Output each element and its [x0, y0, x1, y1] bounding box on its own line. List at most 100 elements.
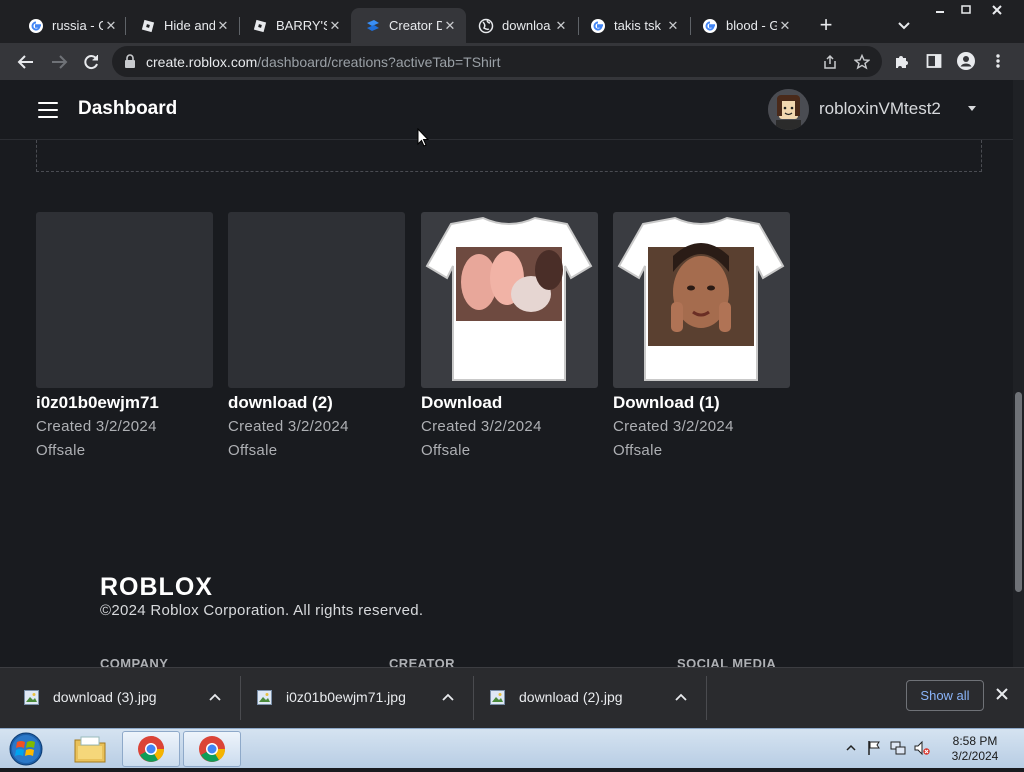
download-item[interactable]: download (2).jpg	[466, 676, 698, 720]
reload-icon[interactable]	[80, 51, 102, 73]
clock-time: 8:58 PM	[952, 734, 998, 748]
tab-russia[interactable]: russia - G ✕	[14, 8, 127, 43]
show-all-downloads-button[interactable]: Show all	[906, 680, 984, 711]
scrollbar-thumb[interactable]	[1015, 392, 1022, 592]
taskbar-clock[interactable]: 8:58 PM 3/2/2024	[940, 734, 1010, 764]
tab-creator-dashboard[interactable]: Creator D ✕	[351, 8, 466, 43]
creation-date: Created 3/2/2024	[228, 418, 349, 435]
url-host: create.roblox.com	[146, 54, 258, 70]
creation-date: Created 3/2/2024	[36, 418, 157, 435]
tab-title: takis tsk	[614, 18, 661, 33]
roblox-studio-icon	[365, 18, 381, 34]
url-text: create.roblox.com/dashboard/creations?ac…	[146, 54, 500, 70]
windows-taskbar: 8:58 PM 3/2/2024	[0, 728, 1024, 768]
tab-download[interactable]: downloa ✕	[464, 8, 577, 43]
page-scrollbar[interactable]	[1013, 80, 1024, 667]
action-center-flag-icon[interactable]	[866, 739, 882, 757]
creation-name[interactable]: Download (1)	[613, 393, 790, 413]
chevron-up-icon[interactable]	[441, 690, 455, 704]
creation-thumbnail-placeholder[interactable]	[36, 212, 213, 388]
chrome-menu-icon[interactable]	[988, 51, 1008, 71]
bookmark-star-icon[interactable]	[852, 52, 872, 72]
dashboard-header: Dashboard robloxinVMtest2	[0, 80, 1013, 140]
hamburger-menu-icon[interactable]	[38, 102, 58, 118]
roblox-icon	[140, 18, 156, 34]
profile-icon[interactable]	[956, 51, 976, 71]
tab-close-icon[interactable]: ✕	[103, 18, 119, 34]
share-icon[interactable]	[820, 52, 840, 72]
chrome-taskbar-icon[interactable]	[122, 731, 180, 767]
creation-card[interactable]: i0z01b0ewjm71 Created 3/2/2024 Offsale	[36, 212, 213, 459]
tab-blood[interactable]: blood - G ✕	[688, 8, 801, 43]
download-separator	[706, 676, 707, 720]
tab-title: BARRY'S	[276, 18, 327, 33]
tab-takis[interactable]: takis tsk ✕	[576, 8, 689, 43]
download-item[interactable]: download (3).jpg	[0, 676, 232, 720]
file-explorer-taskbar-icon[interactable]	[61, 731, 119, 767]
window-close-icon[interactable]	[980, 0, 1013, 20]
page-title: Dashboard	[78, 98, 178, 119]
tray-expand-arrow-icon[interactable]	[843, 739, 859, 757]
tab-close-icon[interactable]: ✕	[327, 18, 343, 34]
forward-arrow-icon[interactable]	[48, 51, 70, 73]
creation-thumbnail-placeholder[interactable]	[228, 212, 405, 388]
minimize-icon[interactable]	[925, 0, 954, 20]
side-panel-icon[interactable]	[924, 51, 944, 71]
tab-search-chevron-icon[interactable]	[894, 16, 914, 36]
image-file-icon	[24, 690, 39, 705]
maximize-icon[interactable]	[951, 0, 980, 20]
upload-dropzone	[36, 140, 982, 172]
creation-date: Created 3/2/2024	[613, 418, 734, 435]
caret-down-icon[interactable]	[968, 106, 976, 111]
tab-title: downloa	[502, 18, 551, 33]
extensions-puzzle-icon[interactable]	[892, 51, 912, 71]
creation-card[interactable]: download (2) Created 3/2/2024 Offsale	[228, 212, 405, 459]
lock-icon[interactable]	[124, 54, 136, 73]
creation-date: Created 3/2/2024	[421, 418, 542, 435]
avatar[interactable]	[768, 89, 809, 130]
tshirt-thumbnail[interactable]	[421, 212, 598, 388]
footer-heading-creator: CREATOR	[389, 656, 455, 667]
mouse-cursor-icon	[417, 127, 430, 152]
globe-icon	[478, 18, 494, 34]
address-bar[interactable]: create.roblox.com/dashboard/creations?ac…	[112, 46, 882, 77]
tab-title: Creator D	[389, 18, 442, 33]
url-path: /dashboard/creations?activeTab=TShirt	[257, 54, 501, 70]
tab-strip: russia - G ✕ Hide and ✕ BARRY'S ✕ Creato…	[0, 0, 1024, 43]
tab-close-icon[interactable]: ✕	[442, 18, 458, 34]
creation-status: Offsale	[421, 442, 471, 459]
creation-name[interactable]: download (2)	[228, 393, 405, 413]
footer-heading-social-media: SOCIAL MEDIA	[677, 656, 777, 667]
google-icon	[590, 18, 606, 34]
download-filename: download (3).jpg	[53, 689, 157, 705]
creation-card[interactable]: Download Created 3/2/2024 Offsale	[421, 212, 598, 459]
new-tab-plus-icon[interactable]: +	[814, 14, 838, 38]
tab-barrys[interactable]: BARRY'S ✕	[238, 8, 351, 43]
roblox-icon	[252, 18, 268, 34]
google-icon	[702, 18, 718, 34]
close-shelf-icon[interactable]	[994, 686, 1010, 702]
chevron-up-icon[interactable]	[208, 690, 222, 704]
tab-close-icon[interactable]: ✕	[665, 18, 681, 34]
footer-heading-company: COMPANY	[100, 656, 169, 667]
footer-copyright: ©2024 Roblox Corporation. All rights res…	[100, 602, 424, 619]
roblox-logo[interactable]: ROBLOX	[100, 573, 213, 602]
download-item[interactable]: i0z01b0ewjm71.jpg	[233, 676, 465, 720]
chevron-up-icon[interactable]	[674, 690, 688, 704]
creator-dashboard-page: Dashboard robloxinVMtest2 i0z01b0ewjm71 …	[0, 80, 1013, 667]
tab-close-icon[interactable]: ✕	[777, 18, 793, 34]
tab-hide-and[interactable]: Hide and ✕	[126, 8, 239, 43]
network-icon[interactable]	[890, 739, 906, 757]
windows-start-orb-icon[interactable]	[6, 731, 46, 767]
username[interactable]: robloxinVMtest2	[819, 99, 941, 119]
tab-close-icon[interactable]: ✕	[215, 18, 231, 34]
creation-card[interactable]: Download (1) Created 3/2/2024 Offsale	[613, 212, 790, 459]
tab-close-icon[interactable]: ✕	[553, 18, 569, 34]
creation-name[interactable]: Download	[421, 393, 598, 413]
tshirt-thumbnail[interactable]	[613, 212, 790, 388]
chrome-taskbar-icon[interactable]	[183, 731, 241, 767]
back-arrow-icon[interactable]	[15, 51, 37, 73]
creation-status: Offsale	[613, 442, 663, 459]
volume-muted-icon[interactable]	[914, 739, 930, 757]
creation-name[interactable]: i0z01b0ewjm71	[36, 393, 213, 413]
